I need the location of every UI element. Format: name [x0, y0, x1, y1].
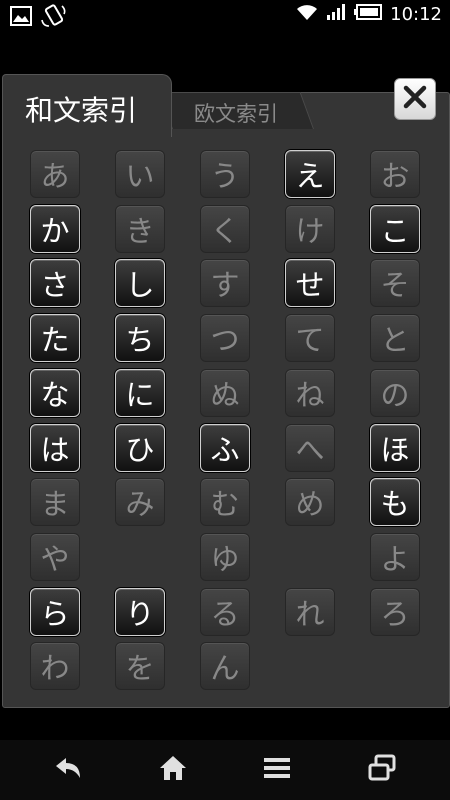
signal-icon — [326, 3, 346, 25]
kana-key: い — [115, 150, 165, 198]
kana-key: へ — [285, 423, 335, 472]
back-button[interactable] — [48, 752, 88, 788]
kana-key: ゆ — [200, 532, 250, 581]
kana-key: め — [285, 478, 335, 527]
kana-key[interactable]: な — [30, 368, 80, 417]
back-icon — [52, 756, 84, 784]
kana-key[interactable]: ふ — [200, 423, 250, 472]
kana-key: ま — [30, 478, 80, 527]
kana-key: ぬ — [200, 368, 250, 417]
recent-apps-icon — [367, 754, 397, 786]
kana-key[interactable]: は — [30, 423, 80, 472]
kana-key: つ — [200, 314, 250, 363]
kana-key: う — [200, 150, 250, 198]
kana-key[interactable]: し — [115, 259, 165, 308]
kana-key: わ — [30, 642, 80, 691]
kana-key[interactable]: か — [30, 204, 80, 253]
kana-key[interactable]: も — [370, 478, 420, 527]
kana-key[interactable]: こ — [370, 204, 420, 253]
kana-key: を — [115, 642, 165, 691]
kana-key: よ — [370, 532, 420, 581]
kana-key: と — [370, 314, 420, 363]
menu-icon — [262, 756, 292, 784]
close-icon — [402, 84, 428, 114]
kana-key: ろ — [370, 587, 420, 636]
tab-alphabet-index-label[interactable]: 欧文索引 — [194, 98, 278, 128]
home-button[interactable] — [153, 752, 193, 788]
kana-key: て — [285, 314, 335, 363]
status-bar: 10:12 — [0, 0, 450, 33]
kana-key: け — [285, 204, 335, 253]
clock: 10:12 — [390, 3, 442, 25]
home-icon — [158, 754, 188, 786]
kana-key: み — [115, 478, 165, 527]
kana-key[interactable]: せ — [285, 259, 335, 308]
recent-apps-button[interactable] — [362, 752, 402, 788]
kana-key: の — [370, 368, 420, 417]
kana-key: む — [200, 478, 250, 527]
battery-icon — [354, 4, 383, 24]
screen-rotate-icon — [40, 4, 66, 32]
kana-key: れ — [285, 587, 335, 636]
kana-key: く — [200, 204, 250, 253]
kana-key: や — [30, 532, 80, 581]
menu-button[interactable] — [257, 752, 297, 788]
kana-key: ね — [285, 368, 335, 417]
kana-key: お — [370, 150, 420, 198]
kana-key[interactable]: た — [30, 314, 80, 363]
kana-key: る — [200, 587, 250, 636]
kana-key[interactable]: ほ — [370, 423, 420, 472]
tab-japanese-index[interactable]: 和文索引 — [2, 74, 172, 137]
kana-key[interactable]: ら — [30, 587, 80, 636]
tab-japanese-index-label: 和文索引 — [25, 94, 138, 127]
kana-key: ん — [200, 642, 250, 691]
kana-key[interactable]: さ — [30, 259, 80, 308]
kana-key[interactable]: ち — [115, 314, 165, 363]
image-notification-icon — [10, 6, 32, 30]
kana-key[interactable]: え — [285, 150, 335, 198]
kana-key: あ — [30, 150, 80, 198]
close-button[interactable] — [394, 78, 436, 120]
kana-key[interactable]: り — [115, 587, 165, 636]
kana-key: そ — [370, 259, 420, 308]
kana-key[interactable]: に — [115, 368, 165, 417]
kana-key: き — [115, 204, 165, 253]
kana-key[interactable]: ひ — [115, 423, 165, 472]
wifi-icon — [296, 3, 318, 25]
navigation-bar — [0, 740, 450, 800]
kana-key: す — [200, 259, 250, 308]
